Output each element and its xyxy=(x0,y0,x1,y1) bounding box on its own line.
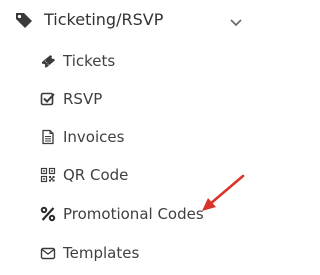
menu-item-label: Templates xyxy=(63,244,140,262)
annotation-arrow xyxy=(202,174,245,211)
ticket-icon xyxy=(40,53,56,69)
section-title: Ticketing/RSVP xyxy=(44,10,164,29)
section-header-ticketing-rsvp[interactable]: Ticketing/RSVP xyxy=(0,0,258,42)
menu-item-label: Tickets xyxy=(63,52,116,70)
percent-icon xyxy=(40,206,56,222)
menu-item-rsvp[interactable]: RSVP xyxy=(0,82,258,118)
checkbox-icon xyxy=(40,91,56,107)
menu-item-tickets[interactable]: Tickets xyxy=(0,44,258,80)
qr-code-icon xyxy=(40,167,56,183)
menu-item-templates[interactable]: Templates xyxy=(0,236,258,272)
chevron-down-icon[interactable] xyxy=(228,14,244,27)
invoice-icon xyxy=(40,129,56,145)
envelope-icon xyxy=(40,245,56,261)
tag-icon xyxy=(14,11,34,29)
menu-item-label: Promotional Codes xyxy=(63,205,204,223)
menu-item-label: QR Code xyxy=(63,166,129,184)
menu-item-invoices[interactable]: Invoices xyxy=(0,120,258,156)
menu-item-label: RSVP xyxy=(63,90,103,108)
sidebar-menu: Ticketing/RSVP Tickets RSVP Invoices QR … xyxy=(0,0,258,275)
menu-item-label: Invoices xyxy=(63,128,125,146)
